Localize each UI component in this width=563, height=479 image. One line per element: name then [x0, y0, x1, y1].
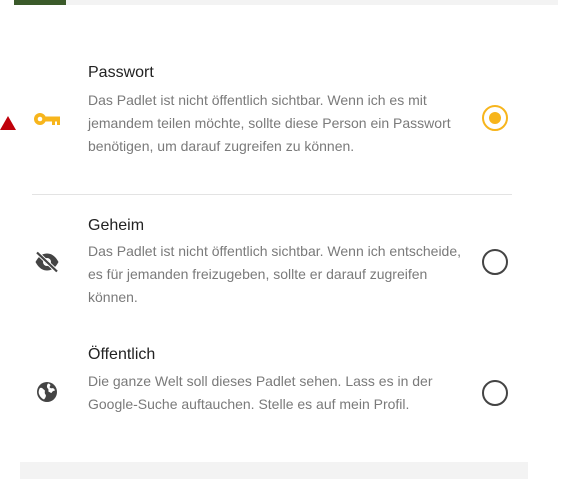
- radio-password[interactable]: [482, 105, 508, 131]
- key-icon: [32, 104, 62, 134]
- option-title: Öffentlich: [88, 346, 156, 363]
- radio-secret[interactable]: [482, 249, 508, 275]
- privacy-option-password[interactable]: Passwort Das Padlet ist nicht öffentlich…: [22, 60, 512, 190]
- option-description: Die ganze Welt soll dieses Padlet sehen.…: [88, 373, 433, 412]
- top-header-strip: [22, 0, 558, 5]
- globe-icon: [32, 377, 62, 407]
- option-divider: [32, 194, 512, 195]
- radio-public[interactable]: [482, 380, 508, 406]
- privacy-settings-panel: Passwort Das Padlet ist nicht öffentlich…: [0, 0, 563, 479]
- pointer-arrow: [0, 116, 16, 130]
- bottom-footer-strip: [20, 462, 528, 479]
- eye-off-icon: [32, 247, 62, 277]
- option-description: Das Padlet ist nicht öffentlich sichtbar…: [88, 92, 451, 154]
- option-title: Passwort: [88, 64, 154, 81]
- option-title: Geheim: [88, 217, 145, 234]
- privacy-option-public[interactable]: Öffentlich Die ganze Welt soll dieses Pa…: [22, 342, 512, 442]
- option-description: Das Padlet ist nicht öffentlich sichtbar…: [88, 243, 462, 305]
- privacy-option-secret[interactable]: Geheim Das Padlet ist nicht öffentlich s…: [22, 212, 512, 312]
- padlet-thumbnail: [14, 0, 66, 5]
